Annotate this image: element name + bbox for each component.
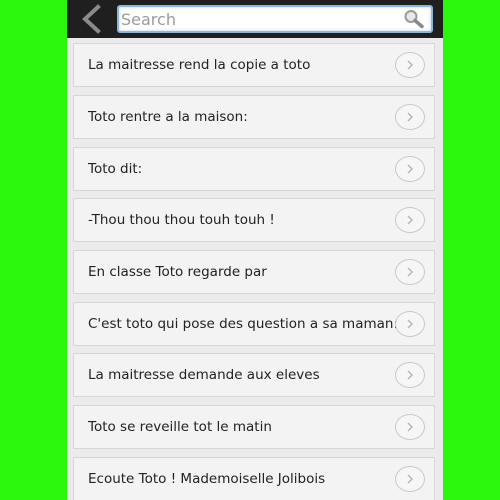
list-item[interactable]: En classe Toto regarde par	[73, 250, 435, 294]
chevron-right-icon	[407, 474, 413, 484]
search-icon[interactable]	[403, 9, 425, 29]
list-item-open-button[interactable]	[395, 362, 425, 388]
list-item-open-button[interactable]	[395, 156, 425, 182]
chevron-right-icon	[407, 215, 413, 225]
list-item-open-button[interactable]	[395, 311, 425, 337]
chevron-right-icon	[407, 422, 413, 432]
list-item-open-button[interactable]	[395, 466, 425, 492]
chevron-right-icon	[407, 370, 413, 380]
list-item[interactable]: Toto se reveille tot le matin	[73, 405, 435, 449]
list-item[interactable]: Toto rentre a la maison:	[73, 95, 435, 139]
list-item-open-button[interactable]	[395, 259, 425, 285]
list-item[interactable]: Toto dit:	[73, 147, 435, 191]
chevron-right-icon	[407, 267, 413, 277]
chevron-right-icon	[407, 112, 413, 122]
list-item-label: La maitresse demande aux eleves	[88, 367, 320, 383]
chevron-right-icon	[407, 164, 413, 174]
list-item-open-button[interactable]	[395, 207, 425, 233]
list-item-label: Toto dit:	[88, 161, 143, 177]
chevron-left-icon	[82, 4, 101, 34]
list-item[interactable]: Ecoute Toto ! Mademoiselle Jolibois	[73, 457, 435, 500]
list-item-label: Toto rentre a la maison:	[88, 109, 248, 125]
top-bar	[67, 0, 443, 38]
list-item-open-button[interactable]	[395, 104, 425, 130]
list-item-label: Toto se reveille tot le matin	[88, 419, 272, 435]
list-item-open-button[interactable]	[395, 52, 425, 78]
search-input[interactable]	[119, 7, 391, 31]
list-item-label: Ecoute Toto ! Mademoiselle Jolibois	[88, 471, 326, 487]
list-item-open-button[interactable]	[395, 414, 425, 440]
list-item[interactable]: La maitresse rend la copie a toto	[73, 43, 435, 87]
list-item-label: C'est toto qui pose des question a sa ma…	[88, 316, 399, 332]
list-item-label: -Thou thou thou touh touh !	[88, 212, 275, 228]
list-item-label: La maitresse rend la copie a toto	[88, 57, 311, 73]
back-button[interactable]	[73, 3, 109, 35]
search-box[interactable]	[117, 5, 433, 33]
chevron-right-icon	[407, 60, 413, 70]
list-item[interactable]: -Thou thou thou touh touh !	[73, 198, 435, 242]
list-item-label: En classe Toto regarde par	[88, 264, 267, 280]
list-item[interactable]: La maitresse demande aux eleves	[73, 353, 435, 397]
chevron-right-icon	[407, 319, 413, 329]
list-item[interactable]: C'est toto qui pose des question a sa ma…	[73, 302, 435, 346]
app-screen: La maitresse rend la copie a toto Toto r…	[67, 0, 443, 500]
